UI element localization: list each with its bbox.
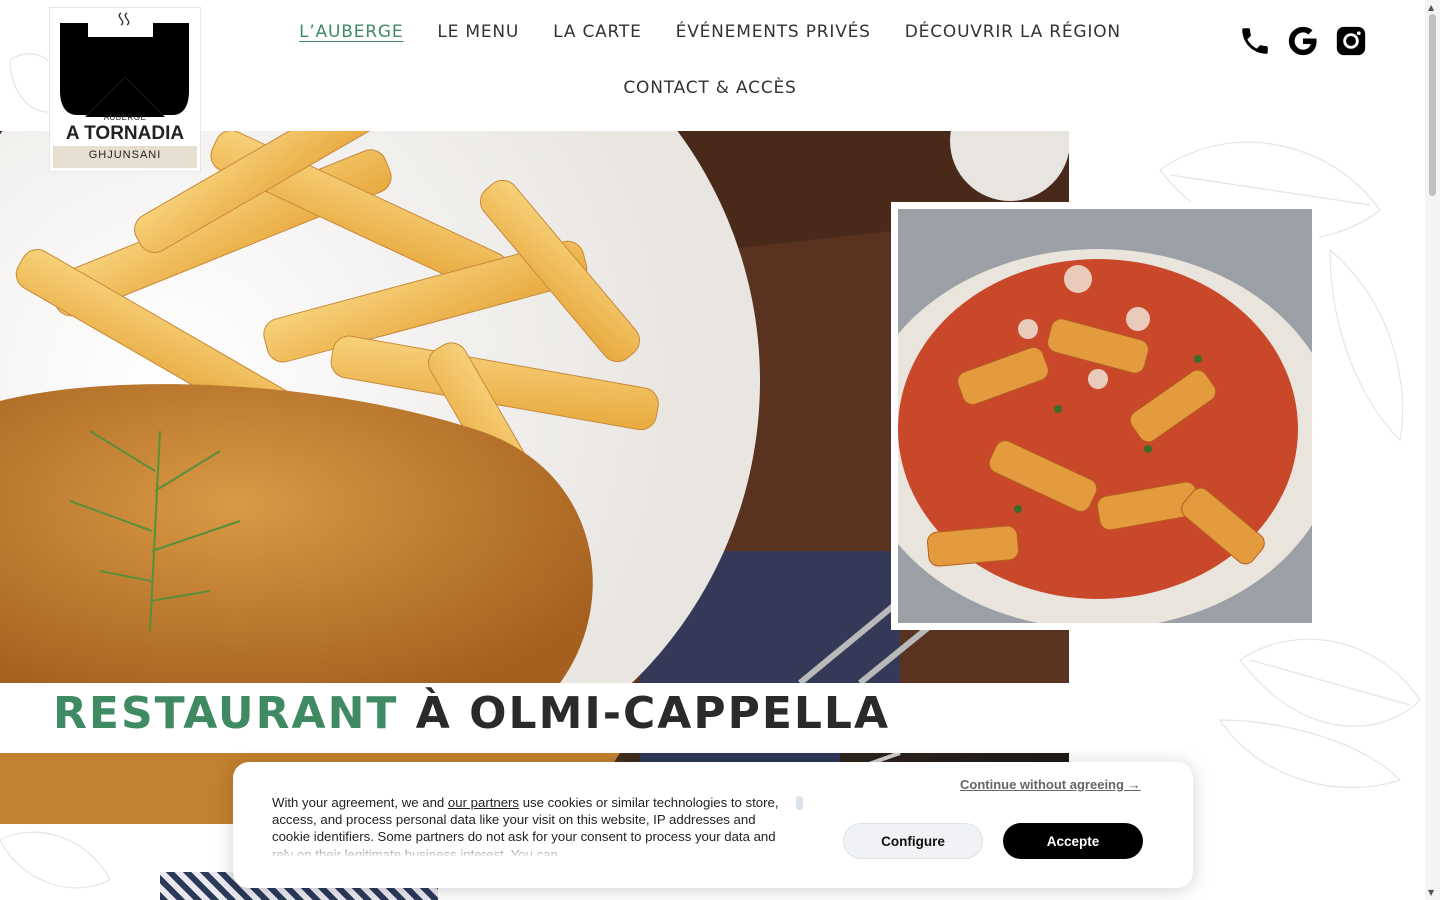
page-title: RESTAURANT À OLMI-CAPPELLA <box>53 688 890 739</box>
logo-subtitle: GHJUNSANI <box>88 149 162 161</box>
phone-icon[interactable] <box>1238 24 1272 58</box>
google-icon[interactable] <box>1286 24 1320 58</box>
pasta-photo <box>898 209 1312 623</box>
page-scrollbar[interactable]: ▲ ▼ <box>1425 0 1440 900</box>
configure-button[interactable]: Configure <box>843 823 983 859</box>
nav-row-1: L’AUBERGE LE MENU LA CARTE ÉVÉNEMENTS PR… <box>299 22 1121 42</box>
nav-row-2: CONTACT & ACCÈS <box>300 78 1120 98</box>
nav-item-auberge[interactable]: L’AUBERGE <box>299 22 403 42</box>
cookie-consent-banner: With your agreement, we and our partners… <box>233 762 1193 888</box>
pasta-photo-illustration <box>898 209 1312 623</box>
nav-item-decouvrir-la-region[interactable]: DÉCOUVRIR LA RÉGION <box>905 22 1121 42</box>
partners-link[interactable]: our partners <box>448 795 519 810</box>
scroll-thumb[interactable] <box>1429 14 1436 196</box>
pasta-photo-frame <box>891 202 1319 630</box>
cookie-text-fade <box>272 842 792 858</box>
nav-item-contact-acces[interactable]: CONTACT & ACCÈS <box>623 78 796 98</box>
page-title-rest: À OLMI-CAPPELLA <box>415 688 891 739</box>
scroll-down-arrow-icon[interactable]: ▼ <box>1428 888 1434 897</box>
instagram-icon[interactable] <box>1334 24 1368 58</box>
social-links <box>1238 24 1368 58</box>
nav-item-le-menu[interactable]: LE MENU <box>437 22 519 42</box>
accept-button[interactable]: Accepte <box>1003 823 1143 859</box>
auberge-logo[interactable]: AUBERGE A TORNADIA GHJUNSANI <box>49 7 201 172</box>
page-title-accent: RESTAURANT <box>53 688 399 739</box>
logo-name: A TORNADIA <box>65 123 185 144</box>
nav-item-la-carte[interactable]: LA CARTE <box>553 22 642 42</box>
cookie-text-prefix: With your agreement, we and <box>272 795 448 810</box>
scroll-up-arrow-icon[interactable]: ▲ <box>1428 3 1434 12</box>
nav-item-evenements-prives[interactable]: ÉVÉNEMENTS PRIVÉS <box>676 22 871 42</box>
main-navigation: L’AUBERGE LE MENU LA CARTE ÉVÉNEMENTS PR… <box>299 22 1121 98</box>
continue-without-agreeing-link[interactable]: Continue without agreeing → <box>960 777 1141 792</box>
logo-small-text: AUBERGE <box>103 113 147 122</box>
cookie-text-scrollbar[interactable] <box>796 796 803 810</box>
